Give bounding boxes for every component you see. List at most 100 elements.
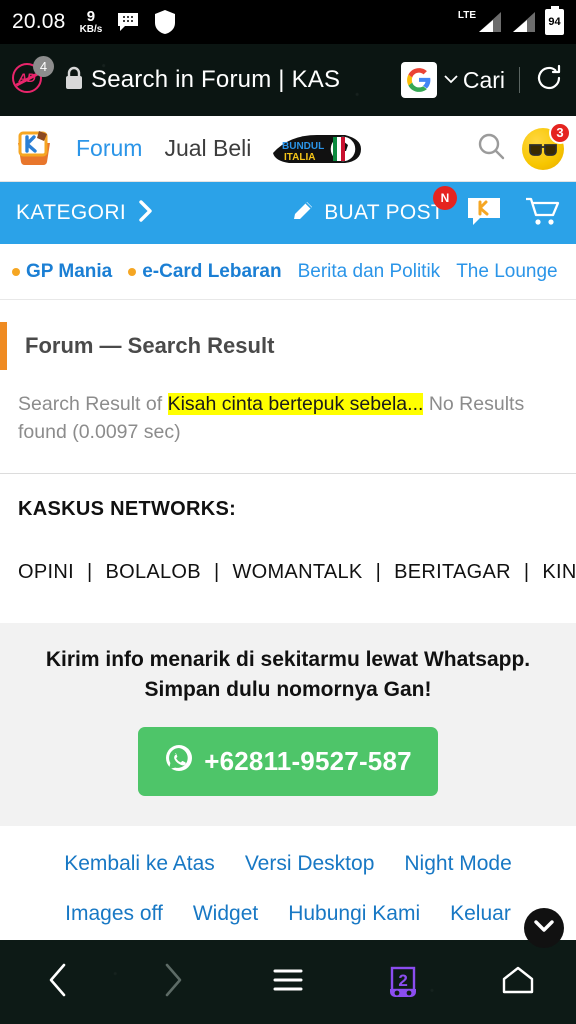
tabs-button[interactable]: 2 bbox=[367, 952, 439, 1012]
section-title-row: Forum — Search Result bbox=[0, 300, 576, 390]
footer-link-kembali-ke-atas[interactable]: Kembali ke Atas bbox=[64, 852, 215, 876]
google-icon[interactable] bbox=[400, 62, 437, 98]
adblock-button[interactable]: AD 4 bbox=[12, 56, 54, 97]
network-separator: | bbox=[213, 560, 220, 583]
whatsapp-promo-section: Kirim info menarik di sekitarmu lewat Wh… bbox=[0, 622, 576, 827]
network-separator: | bbox=[86, 560, 93, 583]
back-button[interactable] bbox=[22, 952, 94, 1012]
chevron-down-icon bbox=[534, 919, 554, 938]
footer-link-images-off[interactable]: Images off bbox=[65, 902, 163, 926]
browser-bottom-toolbar: 2 bbox=[0, 940, 576, 1024]
chip-ecard-lebaran[interactable]: e-Card Lebaran bbox=[128, 260, 282, 283]
whatsapp-icon bbox=[164, 743, 194, 780]
whatsapp-promo-line1: Kirim info menarik di sekitarmu lewat Wh… bbox=[45, 647, 531, 671]
buat-post-button[interactable]: BUAT POST N bbox=[291, 185, 457, 228]
hot-dot-icon bbox=[128, 267, 137, 276]
avatar-notification-badge: 3 bbox=[549, 121, 571, 144]
chip-gp-mania[interactable]: GP Mania bbox=[12, 261, 112, 283]
kaskus-chat-icon[interactable] bbox=[466, 194, 502, 233]
chip-label: Berita dan Politik bbox=[297, 260, 441, 282]
main-content: Forum — Search Result Search Result of K… bbox=[0, 300, 576, 940]
category-nav-bar: KATEGORI BUAT POST N bbox=[0, 182, 576, 244]
cart-icon[interactable] bbox=[524, 195, 560, 232]
lte-signal-icon: LTE bbox=[458, 10, 503, 34]
networks-links: OPINI | BOLALOB | WOMANTALK | BERITAGAR | KINCIR bbox=[18, 547, 576, 597]
incognito-tabs-icon: 2 bbox=[386, 965, 420, 999]
tabs-count: 2 bbox=[398, 970, 408, 990]
footer-row-2: Images off Widget Hubungi Kami Keluar bbox=[0, 902, 576, 926]
search-engine-selector[interactable]: Cari bbox=[444, 67, 505, 94]
battery-percent: 94 bbox=[548, 16, 561, 28]
chip-label: The Lounge bbox=[456, 260, 558, 282]
search-engine-label: Cari bbox=[462, 66, 505, 93]
network-type-label: LTE bbox=[457, 10, 476, 21]
network-link-kincir[interactable]: KINCIR bbox=[542, 561, 576, 583]
category-chip-bar[interactable]: GP Mania e-Card Lebaran Berita dan Polit… bbox=[0, 244, 576, 300]
url-title[interactable]: Search in Forum | KAS bbox=[91, 66, 397, 94]
network-separator: | bbox=[523, 560, 530, 583]
footer-link-widget[interactable]: Widget bbox=[193, 902, 258, 926]
kaskus-networks-section: KASKUS NETWORKS: OPINI | BOLALOB | WOMANTALK… bbox=[0, 474, 576, 623]
footer-link-night-mode[interactable]: Night Mode bbox=[404, 852, 511, 876]
chip-berita-dan-politik[interactable]: Berita dan Politik bbox=[298, 261, 441, 283]
footer-row-1: Kembali ke Atas Versi Desktop Night Mode bbox=[0, 852, 576, 876]
bundul-italia-banner[interactable]: BUNDUL ITALIA bbox=[269, 127, 365, 171]
buat-post-label: BUAT POST bbox=[324, 201, 444, 224]
network-speed-unit: KB/s bbox=[79, 24, 103, 35]
phone-screen: 20.08 9 KB/s LTE 94 AD 4 Search in Forum… bbox=[0, 0, 576, 1024]
kategori-label: KATEGORI bbox=[16, 201, 127, 224]
bbm-messenger-icon bbox=[116, 10, 140, 34]
networks-title: KASKUS NETWORKS: bbox=[18, 497, 237, 520]
scroll-down-button[interactable] bbox=[524, 908, 564, 948]
network-link-beritagar[interactable]: BERITAGAR bbox=[394, 561, 511, 583]
svg-text:ITALIA: ITALIA bbox=[284, 152, 315, 163]
kaskus-logo[interactable] bbox=[12, 127, 56, 171]
browser-address-bar[interactable]: AD 4 Search in Forum | KAS Cari bbox=[0, 44, 576, 116]
adblock-count-badge: 4 bbox=[33, 56, 54, 77]
reload-icon[interactable] bbox=[534, 63, 564, 98]
kategori-button[interactable]: KATEGORI bbox=[16, 199, 153, 227]
home-icon bbox=[501, 965, 535, 1000]
result-prefix: Search Result of bbox=[18, 393, 168, 415]
footer-link-keluar[interactable]: Keluar bbox=[450, 902, 511, 926]
nav-forum[interactable]: Forum bbox=[76, 135, 142, 162]
hamburger-menu-icon bbox=[273, 968, 303, 997]
svg-text:BUNDUL: BUNDUL bbox=[282, 141, 324, 152]
network-separator: | bbox=[375, 560, 382, 583]
status-bar: 20.08 9 KB/s LTE 94 bbox=[0, 0, 576, 44]
shield-icon bbox=[154, 9, 176, 35]
whatsapp-phone-button[interactable]: +62811-9527-587 bbox=[138, 727, 438, 797]
signal-icon-secondary bbox=[511, 10, 537, 34]
buat-post-badge: N bbox=[433, 185, 457, 210]
section-accent-bar bbox=[0, 322, 7, 370]
pencil-icon bbox=[291, 199, 315, 228]
back-arrow-icon bbox=[47, 963, 69, 1002]
menu-button[interactable] bbox=[252, 952, 324, 1012]
forward-button[interactable] bbox=[137, 952, 209, 1012]
avatar[interactable]: 3 bbox=[522, 121, 571, 170]
lock-icon bbox=[64, 66, 84, 95]
footer-link-versi-desktop[interactable]: Versi Desktop bbox=[245, 852, 375, 876]
battery-icon: 94 bbox=[545, 9, 564, 35]
status-clock: 20.08 bbox=[12, 10, 66, 33]
network-link-womantalk[interactable]: WOMANTALK bbox=[232, 561, 362, 583]
network-speed-value: 9 bbox=[86, 8, 96, 25]
forward-arrow-icon bbox=[162, 963, 184, 1002]
chip-label: e-Card Lebaran bbox=[142, 260, 282, 282]
nav-jual-beli[interactable]: Jual Beli bbox=[164, 135, 251, 162]
chevron-down-icon bbox=[444, 71, 458, 89]
chevron-right-icon bbox=[138, 199, 153, 227]
chip-the-lounge[interactable]: The Lounge bbox=[456, 261, 557, 283]
network-link-opini[interactable]: OPINI bbox=[18, 561, 74, 583]
site-header: Forum Jual Beli BUNDUL ITALIA 3 bbox=[0, 116, 576, 182]
home-button[interactable] bbox=[482, 952, 554, 1012]
page-title: Forum — Search Result bbox=[25, 333, 275, 358]
search-icon[interactable] bbox=[476, 131, 506, 166]
whatsapp-promo-line2: Simpan dulu nomornya Gan! bbox=[144, 677, 432, 701]
footer-links: Kembali ke Atas Versi Desktop Night Mode… bbox=[0, 826, 576, 940]
network-speed-indicator: 9 KB/s bbox=[80, 9, 103, 35]
network-link-bolalob[interactable]: BOLALOB bbox=[105, 561, 200, 583]
search-query-highlight: Kisah cinta bertepuk sebela... bbox=[167, 393, 424, 415]
footer-link-hubungi-kami[interactable]: Hubungi Kami bbox=[288, 902, 420, 926]
bluebar-actions: BUAT POST N bbox=[291, 185, 560, 233]
